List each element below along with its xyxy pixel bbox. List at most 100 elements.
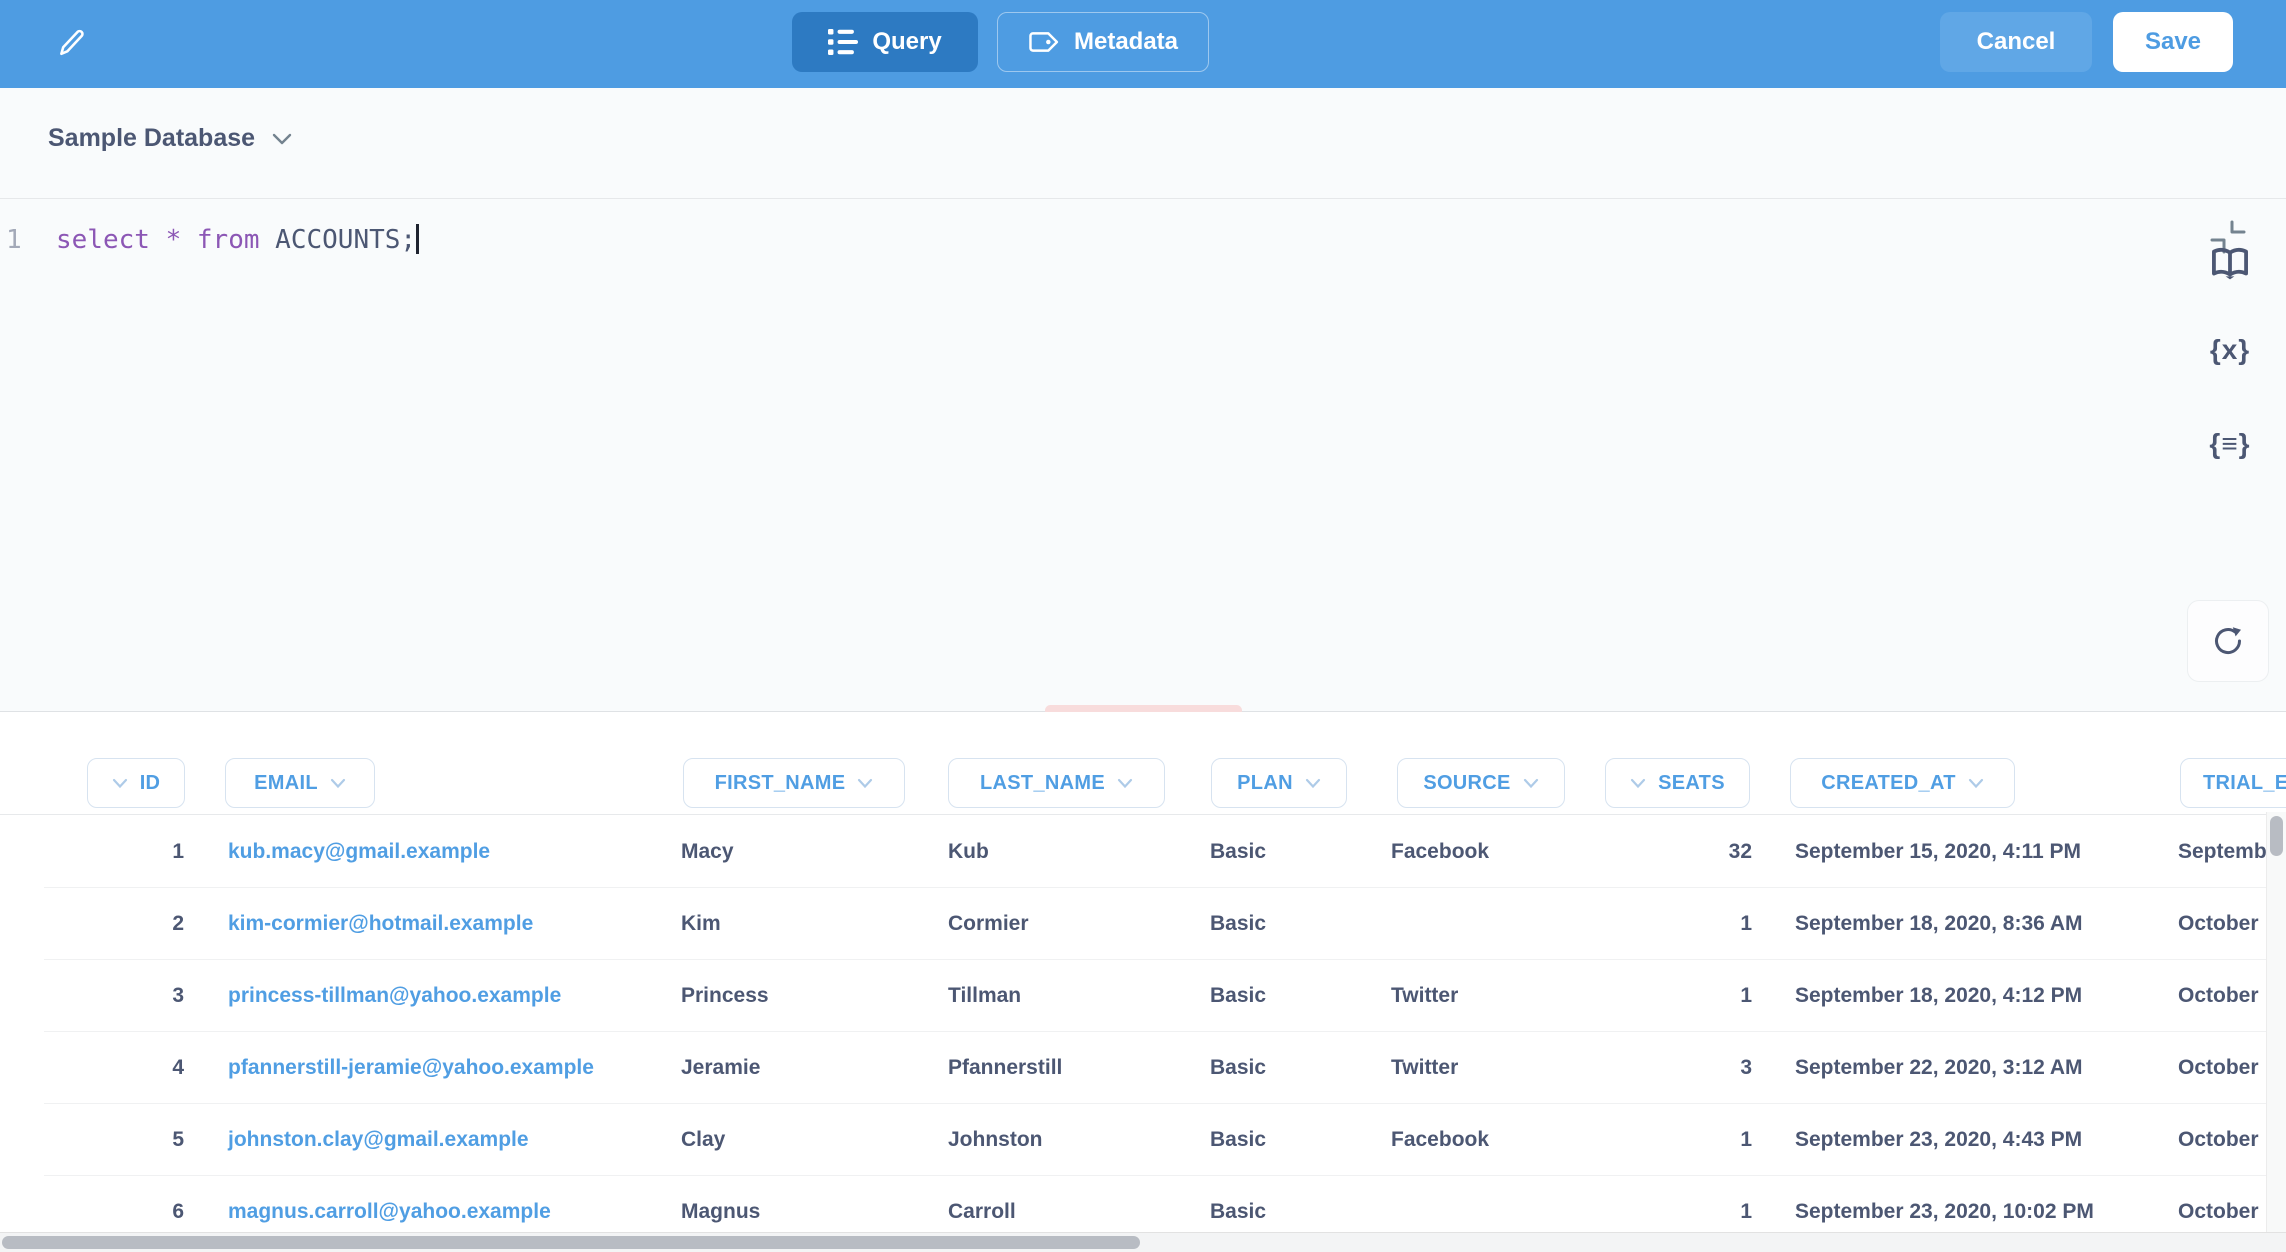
book-icon bbox=[2211, 247, 2249, 281]
cell-seats: 1 bbox=[1600, 960, 1752, 1032]
cell-source: Twitter bbox=[1391, 960, 1591, 1032]
column-label: SOURCE bbox=[1423, 772, 1510, 795]
column-header-seats[interactable]: SEATS bbox=[1605, 758, 1750, 808]
database-name: Sample Database bbox=[48, 124, 255, 153]
cell-source: Facebook bbox=[1391, 816, 1591, 888]
cell-email[interactable]: kim-cormier@hotmail.example bbox=[228, 888, 658, 960]
column-header-created-at[interactable]: CREATED_AT bbox=[1790, 758, 2015, 808]
cell-created-at: September 18, 2020, 8:36 AM bbox=[1795, 888, 2165, 960]
cell-seats: 1 bbox=[1600, 1104, 1752, 1176]
column-label: SEATS bbox=[1658, 772, 1725, 795]
tab-query-label: Query bbox=[872, 28, 941, 56]
cell-email[interactable]: johnston.clay@gmail.example bbox=[228, 1104, 658, 1176]
column-label: EMAIL bbox=[254, 772, 318, 795]
cell-trial-ends-at: October bbox=[2178, 960, 2266, 1032]
chevron-down-icon bbox=[1523, 778, 1539, 789]
save-label: Save bbox=[2145, 28, 2201, 56]
column-header-plan[interactable]: PLAN bbox=[1211, 758, 1347, 808]
variables-button[interactable]: {x} bbox=[2206, 328, 2254, 372]
cell-source: Twitter bbox=[1391, 1032, 1591, 1104]
snippets-icon: {≡} bbox=[2209, 428, 2250, 460]
table-header: ID EMAIL FIRST_NAME LAST_NAME PLAN SOURC… bbox=[0, 758, 2286, 814]
chevron-down-icon bbox=[1968, 778, 1984, 789]
cell-first-name: Princess bbox=[681, 960, 931, 1032]
column-label: LAST_NAME bbox=[980, 772, 1105, 795]
refresh-icon bbox=[2210, 623, 2246, 659]
sql-identifier: ACCOUNTS; bbox=[275, 225, 416, 255]
text-cursor bbox=[416, 224, 419, 254]
cancel-button[interactable]: Cancel bbox=[1940, 12, 2092, 72]
column-label: FIRST_NAME bbox=[715, 772, 846, 795]
cell-created-at: September 18, 2020, 4:12 PM bbox=[1795, 960, 2165, 1032]
cell-id: 1 bbox=[44, 816, 184, 888]
cell-first-name: Jeramie bbox=[681, 1032, 931, 1104]
column-header-email[interactable]: EMAIL bbox=[225, 758, 375, 808]
cell-id: 5 bbox=[44, 1104, 184, 1176]
chevron-down-icon bbox=[1630, 778, 1646, 789]
column-header-id[interactable]: ID bbox=[87, 758, 185, 808]
cell-created-at: September 22, 2020, 3:12 AM bbox=[1795, 1032, 2165, 1104]
sql-keyword: select bbox=[56, 225, 166, 255]
sql-keyword: from bbox=[197, 225, 275, 255]
chevron-down-icon bbox=[857, 778, 873, 789]
cell-last-name: Johnston bbox=[948, 1104, 1198, 1176]
vertical-scrollbar[interactable] bbox=[2266, 812, 2286, 1252]
chevron-down-icon bbox=[330, 778, 346, 789]
cell-last-name: Cormier bbox=[948, 888, 1198, 960]
tag-icon bbox=[1028, 30, 1060, 54]
column-header-trial-ends-at[interactable]: TRIAL_ENDS_AT bbox=[2180, 758, 2286, 808]
cell-id: 2 bbox=[44, 888, 184, 960]
table-row: 4 pfannerstill-jeramie@yahoo.example Jer… bbox=[0, 1032, 2266, 1104]
database-selector[interactable]: Sample Database bbox=[48, 124, 293, 153]
cell-plan: Basic bbox=[1210, 888, 1380, 960]
table-row: 3 princess-tillman@yahoo.example Princes… bbox=[0, 960, 2266, 1032]
chevron-down-icon bbox=[1117, 778, 1133, 789]
cell-last-name: Kub bbox=[948, 816, 1198, 888]
chevron-down-icon bbox=[112, 778, 128, 789]
cell-trial-ends-at: September bbox=[2178, 816, 2266, 888]
column-label: CREATED_AT bbox=[1821, 772, 1955, 795]
cell-id: 4 bbox=[44, 1032, 184, 1104]
cancel-label: Cancel bbox=[1977, 28, 2056, 56]
run-query-button[interactable] bbox=[2187, 600, 2269, 682]
data-reference-button[interactable] bbox=[2206, 242, 2254, 286]
chevron-down-icon bbox=[1305, 778, 1321, 789]
cell-first-name: Clay bbox=[681, 1104, 931, 1176]
save-button[interactable]: Save bbox=[2113, 12, 2233, 72]
column-header-source[interactable]: SOURCE bbox=[1397, 758, 1565, 808]
tab-metadata[interactable]: Metadata bbox=[997, 12, 1209, 72]
cell-email[interactable]: kub.macy@gmail.example bbox=[228, 816, 658, 888]
table-row: 1 kub.macy@gmail.example Macy Kub Basic … bbox=[0, 816, 2266, 888]
cell-seats: 32 bbox=[1600, 816, 1752, 888]
cell-plan: Basic bbox=[1210, 1032, 1380, 1104]
cell-email[interactable]: pfannerstill-jeramie@yahoo.example bbox=[228, 1032, 658, 1104]
snippets-button[interactable]: {≡} bbox=[2206, 422, 2254, 466]
cell-trial-ends-at: October bbox=[2178, 888, 2266, 960]
tab-query[interactable]: Query bbox=[792, 12, 978, 72]
column-label: PLAN bbox=[1237, 772, 1293, 795]
vertical-scrollbar-thumb[interactable] bbox=[2270, 816, 2283, 856]
sql-editor[interactable]: 1 select * from ACCOUNTS; bbox=[0, 220, 2100, 260]
column-header-last-name[interactable]: LAST_NAME bbox=[948, 758, 1165, 808]
list-icon bbox=[828, 29, 858, 55]
pencil-icon bbox=[54, 26, 88, 60]
chevron-down-icon bbox=[271, 132, 293, 146]
cell-created-at: September 23, 2020, 4:43 PM bbox=[1795, 1104, 2165, 1176]
cell-source: Facebook bbox=[1391, 1104, 1591, 1176]
cell-last-name: Pfannerstill bbox=[948, 1032, 1198, 1104]
cell-seats: 1 bbox=[1600, 888, 1752, 960]
table-header-border bbox=[0, 814, 2286, 815]
cell-plan: Basic bbox=[1210, 1104, 1380, 1176]
horizontal-scrollbar-thumb[interactable] bbox=[2, 1236, 1140, 1249]
query-editor-page: Query Metadata Cancel Save Sample Databa… bbox=[0, 0, 2286, 1252]
cell-first-name: Kim bbox=[681, 888, 931, 960]
cell-email[interactable]: princess-tillman@yahoo.example bbox=[228, 960, 658, 1032]
cell-trial-ends-at: October bbox=[2178, 1104, 2266, 1176]
sql-star: * bbox=[166, 225, 197, 255]
horizontal-scrollbar[interactable] bbox=[0, 1232, 2286, 1252]
edit-bar: Query Metadata Cancel Save bbox=[0, 0, 2286, 88]
cell-first-name: Macy bbox=[681, 816, 931, 888]
query-results: ID EMAIL FIRST_NAME LAST_NAME PLAN SOURC… bbox=[0, 712, 2286, 1252]
column-header-first-name[interactable]: FIRST_NAME bbox=[683, 758, 905, 808]
cell-plan: Basic bbox=[1210, 960, 1380, 1032]
